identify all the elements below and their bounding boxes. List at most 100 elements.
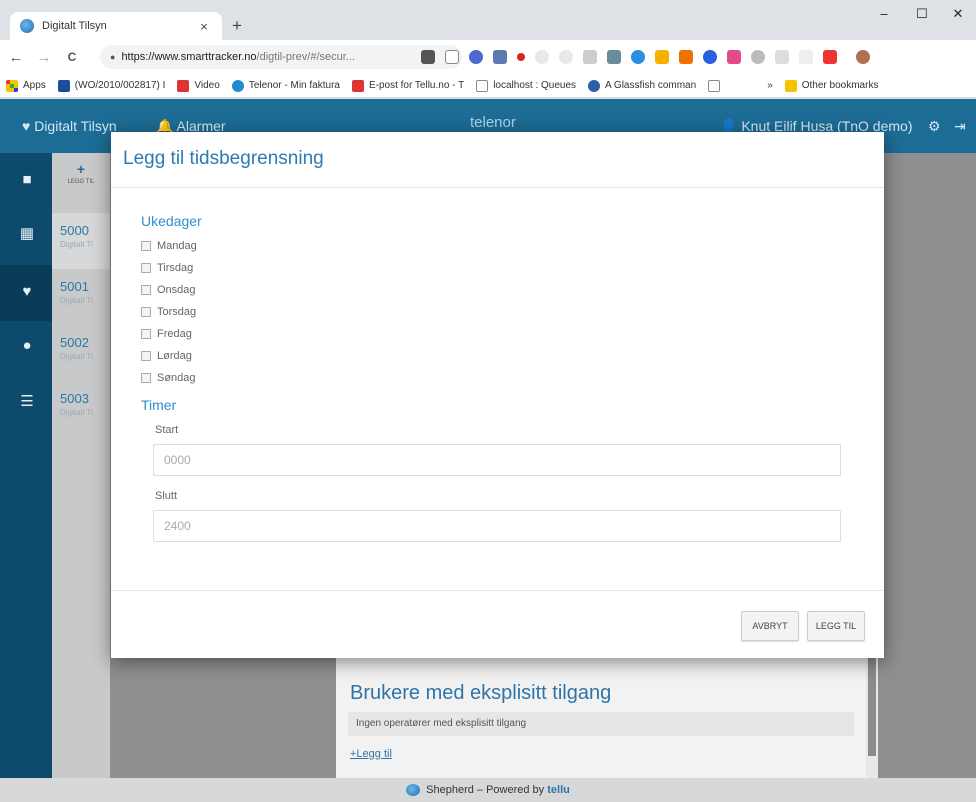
settings-icon[interactable]: ⚙ [928,118,941,135]
new-tab-button[interactable]: + [232,16,242,36]
extension-icon[interactable] [751,50,765,64]
hours-title: Timer [141,397,177,413]
weekday-label: Lørdag [157,350,192,362]
bookmark-apps[interactable]: Apps [6,79,46,92]
extension-icon[interactable] [655,50,669,64]
device-list: + LEGG TIL 5000 Digitalt Ti 5001 Digital… [52,153,110,778]
browser-tab[interactable]: Digitalt Tilsyn × [10,12,222,40]
url-path: /digtil-prev/#/secur... [256,51,355,63]
list-icon[interactable]: ☰ [18,393,36,411]
browser-tab-strip: Digitalt Tilsyn × + – ☐ ✕ [0,0,976,40]
weekday-checkbox-row[interactable]: Søndag [141,370,196,386]
weekday-label: Fredag [157,328,192,340]
extension-icon[interactable] [679,50,693,64]
dialog-footer: AVBRYT LEGG TIL [111,590,884,658]
checkbox[interactable] [141,307,151,317]
list-item[interactable]: 5000 Digitalt Ti [52,213,110,269]
record-icon[interactable] [517,53,525,61]
apps-icon [6,79,18,92]
page-icon [476,79,489,92]
bookmark-label: (WO/2010/002817) I [74,80,166,91]
star-icon[interactable] [445,50,459,64]
minimize-icon[interactable]: – [866,6,902,21]
tab-title: Digitalt Tilsyn [42,20,107,32]
close-window-icon[interactable]: ✕ [940,6,976,22]
extension-icon[interactable] [535,50,549,64]
extension-icon[interactable] [799,50,813,64]
maximize-icon[interactable]: ☐ [904,6,940,22]
weekday-checkbox-row[interactable]: Torsdag [141,304,196,320]
bookmarks-overflow[interactable]: » [767,80,773,91]
checkbox[interactable] [141,263,151,273]
checkbox[interactable] [141,285,151,295]
add-explicit-access-link[interactable]: +Legg til [350,748,392,760]
video-icon [177,79,190,92]
reload-icon[interactable]: C [60,50,84,64]
extension-icon[interactable] [583,50,597,64]
extension-icon[interactable] [559,50,573,64]
lock-icon: ● [110,52,116,62]
checkbox[interactable] [141,373,151,383]
extension-icon[interactable] [631,50,645,64]
bookmark-patent[interactable]: (WO/2010/002817) I [57,79,166,92]
bookmark-label: A Glassfish comman [605,80,697,91]
app-footer: Shepherd – Powered by tellu [0,778,976,802]
heart-icon[interactable]: ♥ [18,283,36,301]
dialog-header: Legg til tidsbegrensning [111,132,884,188]
back-icon[interactable]: ← [4,49,28,66]
weekday-checkbox-row[interactable]: Lørdag [141,348,192,364]
extension-icon[interactable] [469,50,483,64]
extension-icon[interactable] [727,50,741,64]
list-item[interactable]: 5001 Digitalt Ti [52,269,110,325]
add-device-button[interactable]: + LEGG TIL [52,153,110,207]
bookmark-queues[interactable]: localhost : Queues [476,79,577,92]
dashboard-icon[interactable]: ▦ [18,225,36,243]
bookmark-label: Telenor - Min faktura [248,80,340,91]
weekday-checkbox-row[interactable]: Mandag [141,238,197,254]
app-brand[interactable]: ♥ Digitalt Tilsyn [22,118,117,134]
scrollbar-thumb[interactable] [868,656,876,756]
extension-icon[interactable] [493,50,507,64]
add-button[interactable]: LEGG TIL [807,611,865,641]
bookmark-icon [57,79,70,92]
extension-icon[interactable] [703,50,717,64]
list-item[interactable]: 5003 Digitalt Ti [52,381,110,437]
bookmark-other[interactable]: Other bookmarks [784,79,878,92]
weekdays-title: Ukedager [141,213,202,229]
cancel-button[interactable]: AVBRYT [741,611,799,641]
extension-icon[interactable] [823,50,837,64]
weekday-checkbox-row[interactable]: Fredag [141,326,192,342]
bookmark-gmail[interactable]: E-post for Tellu.no - T [351,79,465,92]
weekday-checkbox-row[interactable]: Tirsdag [141,260,193,276]
bookmark-page[interactable] [708,79,725,92]
device-subtitle: Digitalt Ti [60,296,93,305]
extension-icon[interactable] [775,50,789,64]
bookmark-video[interactable]: Video [177,79,220,92]
bookmark-telenor[interactable]: Telenor - Min faktura [231,79,340,92]
glassfish-icon [588,79,601,92]
weekday-checkbox-row[interactable]: Onsdag [141,282,196,298]
video-camera-icon[interactable]: ■ [18,171,36,189]
checkbox[interactable] [141,329,151,339]
tab-close-icon[interactable]: × [196,19,212,34]
checkbox[interactable] [141,241,151,251]
address-bar[interactable]: ● https://www.smarttracker.no/digtil-pre… [100,45,462,69]
device-subtitle: Digitalt Ti [60,240,93,249]
key-icon[interactable] [421,50,435,64]
user-icon[interactable]: ● [18,337,36,355]
end-time-input[interactable] [153,510,841,542]
explicit-access-title: Brukere med eksplisitt tilgang [350,682,612,704]
bookmark-label: localhost : Queues [493,80,577,91]
bookmark-label: E-post for Tellu.no - T [368,80,465,91]
extension-icon[interactable] [607,50,621,64]
start-time-input[interactable] [153,444,841,476]
logout-icon[interactable]: ⇥ [954,118,966,135]
profile-avatar[interactable] [856,50,870,64]
footer-brand: tellu [547,784,570,796]
list-item[interactable]: 5002 Digitalt Ti [52,325,110,381]
weekday-label: Søndag [157,372,196,384]
forward-icon[interactable]: → [32,49,56,66]
bookmark-glassfish[interactable]: A Glassfish comman [588,79,697,92]
checkbox[interactable] [141,351,151,361]
extensions-bar [416,48,875,66]
